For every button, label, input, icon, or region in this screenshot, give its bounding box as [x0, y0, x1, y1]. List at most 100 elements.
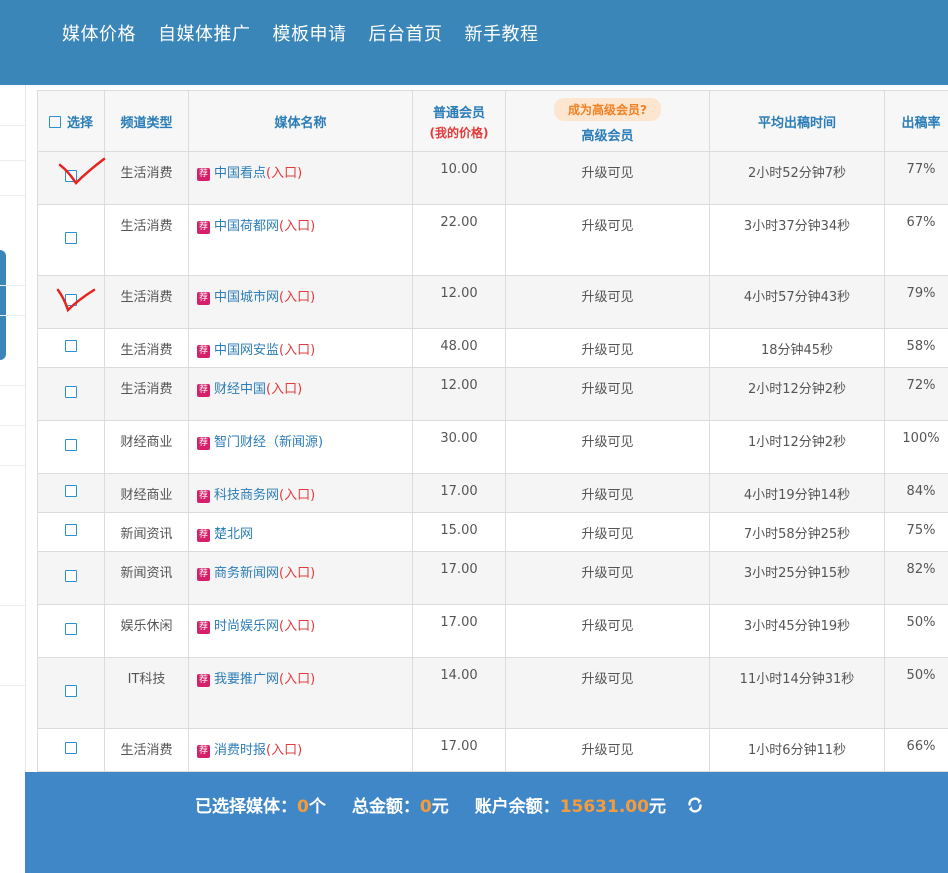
media-entry-link[interactable]: (入口)	[279, 219, 315, 234]
avg-time-cell: 2小时12分钟2秒	[709, 367, 885, 421]
table-row[interactable]: 生活消费荐消费时报(入口) 17.00 升级可见 1小时6分钟11秒 66%	[37, 728, 948, 772]
media-name-cell: 荐时尚娱乐网(入口)	[188, 604, 413, 658]
row-checkbox[interactable]	[65, 742, 77, 754]
row-select-cell[interactable]	[37, 151, 105, 205]
row-select-cell[interactable]	[37, 420, 105, 474]
row-checkbox[interactable]	[65, 232, 77, 244]
avg-time-cell: 18分钟45秒	[709, 328, 885, 368]
rate-cell: 50%	[884, 604, 948, 658]
avg-time-cell: 3小时45分钟19秒	[709, 604, 885, 658]
media-name-link[interactable]: 财经中国	[214, 382, 266, 397]
row-select-cell[interactable]	[37, 367, 105, 421]
table-row[interactable]: 生活消费荐中国城市网(入口) 12.00 升级可见 4小时57分钟43秒 79%	[37, 275, 948, 329]
nav-tutorial[interactable]: 新手教程	[465, 20, 539, 46]
select-all-header[interactable]: 选择	[37, 90, 105, 152]
row-checkbox[interactable]	[65, 685, 77, 697]
media-name-link[interactable]: 消费时报	[214, 743, 266, 758]
media-name-link[interactable]: 楚北网	[214, 527, 253, 542]
avg-time-cell: 1小时6分钟11秒	[709, 728, 885, 772]
table-row[interactable]: 新闻资讯荐楚北网 15.00 升级可见 7小时58分钟25秒 75%	[37, 512, 948, 552]
table-row[interactable]: 娱乐休闲荐时尚娱乐网(入口) 17.00 升级可见 3小时45分钟19秒 50%	[37, 604, 948, 658]
row-checkbox[interactable]	[65, 340, 77, 352]
become-vip-button[interactable]: 成为高级会员?	[554, 98, 661, 121]
total-amount: 0	[419, 797, 432, 817]
row-select-cell[interactable]	[37, 473, 105, 513]
vip-price-cell: 升级可见	[505, 275, 710, 329]
nav-dashboard-home[interactable]: 后台首页	[369, 20, 443, 46]
media-name-cell: 荐中国网安监(入口)	[188, 328, 413, 368]
select-all-checkbox[interactable]	[48, 115, 61, 128]
vip-price-cell: 升级可见	[505, 473, 710, 513]
row-select-cell[interactable]	[37, 328, 105, 368]
media-entry-link[interactable]: (入口)	[266, 382, 302, 397]
avg-time-cell: 4小时57分钟43秒	[709, 275, 885, 329]
media-name-link[interactable]: 科技商务网	[214, 488, 279, 503]
sidebar-toggle-handle[interactable]	[0, 250, 6, 360]
media-name-cell: 荐我要推广网(入口)	[188, 657, 413, 729]
price-cell: 17.00	[412, 473, 506, 513]
table-row[interactable]: IT科技荐我要推广网(入口) 14.00 升级可见 11小时14分钟31秒 50%	[37, 657, 948, 729]
row-select-cell[interactable]	[37, 551, 105, 605]
row-checkbox[interactable]	[65, 170, 77, 182]
rate-cell: 75%	[884, 512, 948, 552]
row-checkbox[interactable]	[65, 386, 77, 398]
table-row[interactable]: 生活消费荐财经中国(入口) 12.00 升级可见 2小时12分钟2秒 72%	[37, 367, 948, 421]
row-select-cell[interactable]	[37, 512, 105, 552]
vip-price-cell: 升级可见	[505, 512, 710, 552]
nav-self-media[interactable]: 自媒体推广	[158, 20, 251, 46]
media-name-cell: 荐财经中国(入口)	[188, 367, 413, 421]
summary-stats: 已选择媒体：0个 总金额：0元 账户余额：15631.00元	[195, 792, 704, 819]
table-row[interactable]: 生活消费荐中国荷都网(入口) 22.00 升级可见 3小时37分钟34秒 67%	[37, 204, 948, 276]
media-name-link[interactable]: 中国看点	[214, 166, 266, 181]
media-entry-link[interactable]: (入口)	[279, 488, 315, 503]
vip-price-cell: 升级可见	[505, 551, 710, 605]
row-checkbox[interactable]	[65, 570, 77, 582]
row-checkbox[interactable]	[65, 294, 77, 306]
price-cell: 17.00	[412, 604, 506, 658]
table-row[interactable]: 财经商业荐科技商务网(入口) 17.00 升级可见 4小时19分钟14秒 84%	[37, 473, 948, 513]
table-row[interactable]: 新闻资讯荐商务新闻网(入口) 17.00 升级可见 3小时25分钟15秒 82%	[37, 551, 948, 605]
media-name-link[interactable]: 智门财经（新闻源)	[214, 435, 323, 450]
rate-cell: 67%	[884, 204, 948, 276]
nav-media-price[interactable]: 媒体价格	[62, 20, 136, 46]
avg-time-cell: 3小时37分钟34秒	[709, 204, 885, 276]
media-entry-link[interactable]: (入口)	[279, 566, 315, 581]
media-entry-link[interactable]: (入口)	[279, 672, 315, 687]
media-name-link[interactable]: 时尚娱乐网	[214, 619, 279, 634]
main-nav: 媒体价格 自媒体推广 模板申请 后台首页 新手教程	[62, 20, 539, 46]
rate-cell: 82%	[884, 551, 948, 605]
row-checkbox[interactable]	[65, 623, 77, 635]
avg-time-cell: 1小时12分钟2秒	[709, 420, 885, 474]
recommend-badge: 荐	[197, 529, 210, 542]
refresh-icon[interactable]	[686, 796, 704, 819]
media-entry-link[interactable]: (入口)	[279, 290, 315, 305]
media-name-link[interactable]: 中国城市网	[214, 290, 279, 305]
row-select-cell[interactable]	[37, 204, 105, 276]
row-checkbox[interactable]	[65, 439, 77, 451]
avg-time-cell: 11小时14分钟31秒	[709, 657, 885, 729]
media-name-link[interactable]: 中国荷都网	[214, 219, 279, 234]
row-checkbox[interactable]	[65, 485, 77, 497]
media-name-cell: 荐消费时报(入口)	[188, 728, 413, 772]
row-checkbox[interactable]	[65, 524, 77, 536]
media-name-link[interactable]: 中国网安监	[214, 343, 279, 358]
row-select-cell[interactable]	[37, 728, 105, 772]
table-row[interactable]: 财经商业荐智门财经（新闻源) 30.00 升级可见 1小时12分钟2秒 100%	[37, 420, 948, 474]
price-cell: 10.00	[412, 151, 506, 205]
media-entry-link[interactable]: (入口)	[266, 166, 302, 181]
table-row[interactable]: 生活消费荐中国网安监(入口) 48.00 升级可见 18分钟45秒 58%	[37, 328, 948, 368]
media-entry-link[interactable]: (入口)	[266, 743, 302, 758]
media-entry-link[interactable]: (入口)	[279, 343, 315, 358]
nav-template-apply[interactable]: 模板申请	[273, 20, 347, 46]
table-row[interactable]: 生活消费荐中国看点(入口) 10.00 升级可见 2小时52分钟7秒 77%	[37, 151, 948, 205]
media-entry-link[interactable]: (入口)	[279, 619, 315, 634]
row-select-cell[interactable]	[37, 657, 105, 729]
row-select-cell[interactable]	[37, 604, 105, 658]
price-cell: 12.00	[412, 275, 506, 329]
channel-cell: 新闻资讯	[104, 551, 189, 605]
recommend-badge: 荐	[197, 568, 210, 581]
media-name-link[interactable]: 我要推广网	[214, 672, 279, 687]
row-select-cell[interactable]	[37, 275, 105, 329]
media-name-link[interactable]: 商务新闻网	[214, 566, 279, 581]
channel-cell: 生活消费	[104, 275, 189, 329]
